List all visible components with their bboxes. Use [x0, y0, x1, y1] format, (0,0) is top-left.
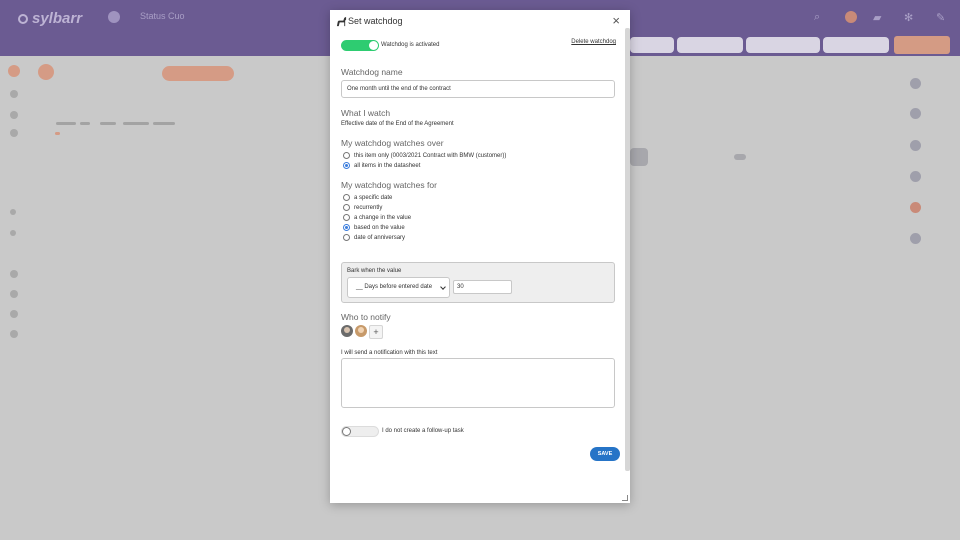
bg-blob	[630, 148, 648, 166]
notification-text-area[interactable]	[341, 358, 615, 408]
chevron-down-icon	[440, 284, 446, 290]
bg-text-line	[100, 122, 116, 125]
bg-avatar	[8, 65, 20, 77]
trigger-option-specific-date[interactable]: a specific date	[343, 193, 392, 202]
followup-label: I do not create a follow-up task	[382, 428, 464, 434]
watchdog-dialog: Set watchdog × Watchdog is activated Del…	[330, 10, 630, 503]
notify-section-title: Who to notify	[341, 312, 391, 322]
toggle-knob	[342, 427, 351, 436]
sidebar-icon	[10, 230, 16, 236]
dialog-header: Set watchdog ×	[336, 14, 626, 30]
toolbar-segment	[823, 37, 889, 53]
save-button[interactable]: SAVE	[590, 447, 620, 461]
chat-icon: ▰	[873, 12, 882, 24]
scope-option-all-items[interactable]: all items in the datasheet	[343, 161, 420, 170]
workspace-icon	[108, 11, 120, 23]
sidebar-icon	[10, 129, 18, 137]
breadcrumb: Status Cuo	[140, 11, 185, 21]
sidebar-icon	[10, 270, 18, 278]
bg-right-icon	[910, 108, 921, 119]
radio-based-on-value[interactable]	[343, 224, 350, 231]
bark-unit-select[interactable]: __ Days before entered date	[347, 277, 450, 298]
activation-toggle[interactable]	[341, 40, 379, 51]
dog-icon	[336, 16, 347, 27]
bg-avatar	[38, 64, 54, 80]
bark-label: Bark when the value	[347, 268, 402, 274]
radio-label: this item only (0003/2021 Contract with …	[354, 152, 507, 159]
gear-icon: ✻	[904, 12, 914, 24]
notification-text-label: I will send a notification with this tex…	[341, 350, 438, 356]
radio-label: a change in the value	[354, 214, 412, 221]
trigger-option-recurrently[interactable]: recurrently	[343, 203, 382, 212]
bg-blob	[734, 154, 746, 160]
activation-label: Watchdog is activated	[381, 42, 440, 48]
trigger-section-title: My watchdog watches for	[341, 180, 437, 190]
dialog-scrollbar[interactable]	[625, 28, 630, 471]
recipients-list: +	[341, 325, 401, 339]
bg-text-line	[80, 122, 90, 125]
edit-icon: ✎	[936, 12, 946, 24]
bark-unit-value: __ Days before entered date	[356, 284, 433, 290]
sidebar-icon	[10, 111, 18, 119]
resize-handle[interactable]	[622, 495, 628, 501]
avatar[interactable]	[341, 325, 353, 337]
bg-text-line	[153, 122, 175, 125]
followup-row: I do not create a follow-up task	[341, 426, 541, 437]
bg-text-line	[55, 132, 60, 135]
toggle-knob	[369, 41, 378, 50]
logo-text: sylbarr	[32, 10, 83, 27]
radio-anniversary[interactable]	[343, 234, 350, 241]
close-button[interactable]: ×	[612, 14, 620, 28]
sidebar-icon	[10, 330, 18, 338]
delete-watchdog-link[interactable]: Delete watchdog	[571, 39, 616, 45]
avatar	[845, 11, 857, 23]
name-section-title: Watchdog name	[341, 67, 403, 77]
sidebar-icon	[10, 90, 18, 98]
radio-label: date of anniversary	[354, 234, 406, 241]
dialog-title: Set watchdog	[348, 16, 403, 26]
logo-icon	[18, 14, 28, 25]
watchdog-name-input[interactable]: One month until the end of the contract	[341, 80, 615, 98]
bg-pill	[162, 66, 234, 81]
bark-value-input[interactable]: 30	[453, 280, 512, 294]
bg-right-icon	[910, 78, 921, 89]
followup-toggle[interactable]	[341, 426, 379, 437]
watched-field-value: Effective date of the End of the Agreeme…	[341, 121, 454, 127]
add-recipient-button[interactable]: +	[369, 325, 383, 339]
watch-section-title: What I watch	[341, 108, 391, 118]
radio-all-items[interactable]	[343, 162, 350, 169]
sidebar-icon	[10, 290, 18, 298]
bg-right-icon	[910, 202, 921, 213]
sidebar-icon	[10, 209, 16, 215]
bg-right-icon	[910, 233, 921, 244]
radio-value-change[interactable]	[343, 214, 350, 221]
radio-label: based on the value	[354, 224, 405, 231]
avatar[interactable]	[355, 325, 367, 337]
bark-condition-panel: Bark when the value __ Days before enter…	[341, 262, 615, 303]
bg-text-line	[56, 122, 76, 125]
toolbar-segment	[746, 37, 820, 53]
toolbar-segment	[677, 37, 743, 53]
bg-right-icon	[910, 171, 921, 182]
app-logo: sylbarr	[18, 10, 82, 27]
radio-recurrently[interactable]	[343, 204, 350, 211]
bg-text-line	[123, 122, 149, 125]
radio-specific-date[interactable]	[343, 194, 350, 201]
bg-right-icon	[910, 140, 921, 151]
search-icon: ⌕	[814, 11, 821, 23]
sidebar-icon	[10, 310, 18, 318]
scope-option-this-item[interactable]: this item only (0003/2021 Contract with …	[343, 151, 506, 160]
trigger-option-based-on-value[interactable]: based on the value	[343, 223, 405, 232]
toolbar-action-button	[894, 36, 950, 54]
radio-this-item[interactable]	[343, 152, 350, 159]
trigger-option-anniversary[interactable]: date of anniversary	[343, 233, 405, 242]
radio-label: all items in the datasheet	[354, 162, 421, 169]
radio-label: a specific date	[354, 194, 393, 201]
scope-section-title: My watchdog watches over	[341, 138, 444, 148]
trigger-option-value-change[interactable]: a change in the value	[343, 213, 411, 222]
radio-label: recurrently	[354, 204, 383, 211]
toolbar-segment	[630, 37, 674, 53]
